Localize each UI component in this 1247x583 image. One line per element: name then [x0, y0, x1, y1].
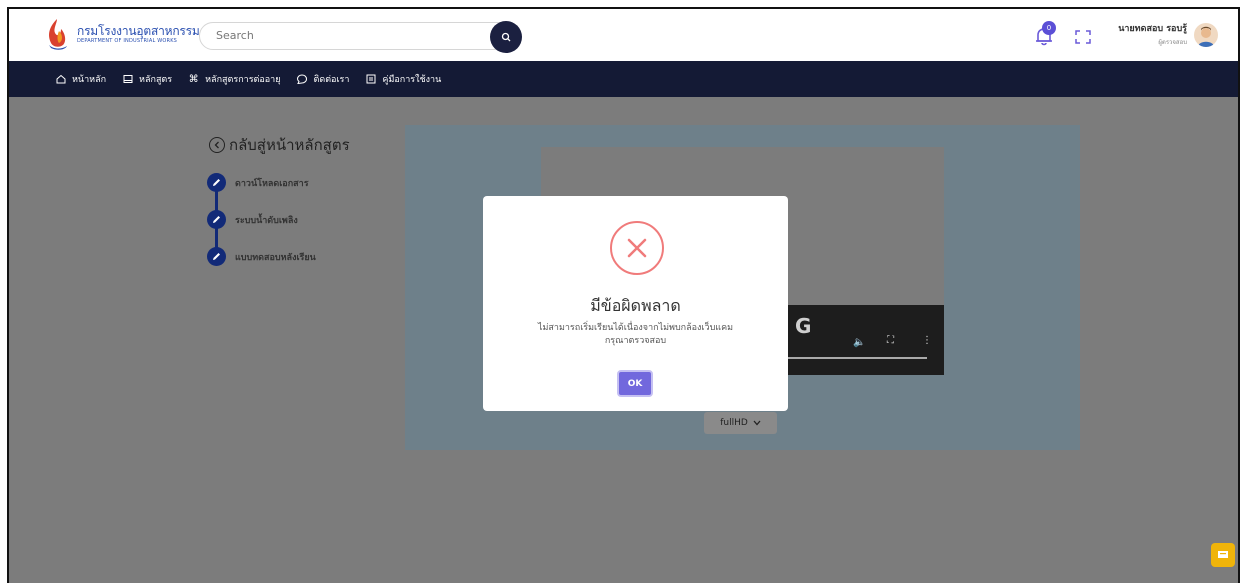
lesson-step-label: ดาวน์โหลดเอกสาร: [235, 178, 309, 189]
chevron-left-icon: [209, 137, 225, 153]
search-icon: [501, 32, 511, 42]
avatar[interactable]: [1194, 23, 1218, 47]
manual-icon: [365, 74, 376, 85]
book-icon: [122, 74, 133, 85]
logo-title-th: กรมโรงงานอุตสาหกรรม: [77, 23, 200, 38]
dialog-title: มีข้อผิดพลาด: [590, 296, 681, 315]
error-dialog: มีข้อผิดพลาด ไม่สามารถเริ่มเรียนได้เนื่อ…: [483, 196, 788, 411]
chat-icon: [297, 74, 308, 85]
quality-value: fullHD: [720, 418, 748, 428]
logo-flame-icon: [43, 17, 71, 51]
nav-item-renewal-courses[interactable]: ⌘ หลักสูตรการต่ออายุ: [188, 72, 281, 86]
chevron-down-icon: [753, 420, 761, 426]
nav-item-label: หน้าหลัก: [72, 75, 107, 85]
search-button[interactable]: [490, 21, 522, 53]
more-options-icon[interactable]: ⋮: [922, 335, 932, 346]
nav-item-courses[interactable]: หลักสูตร: [122, 72, 172, 86]
back-label: กลับสู่หน้าหลักสูตร: [229, 136, 350, 154]
search-input[interactable]: Search: [216, 29, 254, 42]
lesson-step[interactable]: ระบบน้ำดับเพลิง: [207, 201, 316, 256]
logo-title-en: DEPARTMENT OF INDUSTRIAL WORKS: [77, 37, 178, 44]
main-nav: หน้าหลัก หลักสูตร ⌘ หลักสูตรการต่ออายุ ต…: [9, 61, 1238, 97]
command-icon: ⌘: [188, 73, 199, 85]
lesson-step[interactable]: แบบทดสอบหลังเรียน: [207, 238, 316, 275]
lesson-step-label: แบบทดสอบหลังเรียน: [235, 252, 316, 263]
pencil-icon: [207, 247, 226, 266]
nav-item-label: ติดต่อเรา: [313, 75, 350, 85]
video-overlay-text: G: [795, 314, 812, 338]
dialog-message-line: กรุณาตรวจสอบ: [604, 336, 667, 346]
back-to-courses-link[interactable]: กลับสู่หน้าหลักสูตร: [209, 133, 350, 157]
search-box: Search: [199, 21, 522, 53]
dialog-message: ไม่สามารถเริ่มเรียนได้เนื่องจากไม่พบกล้อ…: [483, 322, 788, 348]
video-progress-bar[interactable]: [787, 357, 927, 359]
lesson-steps: ดาวน์โหลดเอกสาร ระบบน้ำดับเพลิง แบบทดสอบ…: [207, 164, 316, 275]
nav-item-label: หลักสูตรการต่ออายุ: [205, 75, 281, 85]
browser-frame: กรมโรงงานอุตสาหกรรม DEPARTMENT OF INDUST…: [7, 7, 1240, 583]
nav-item-contact[interactable]: ติดต่อเรา: [297, 72, 350, 86]
floating-chat-button[interactable]: [1211, 543, 1235, 567]
error-icon: [610, 221, 664, 275]
fullscreen-video-icon[interactable]: ⛶: [887, 335, 894, 346]
home-icon: [55, 74, 66, 85]
nav-item-label: หลักสูตร: [139, 75, 173, 85]
quality-select[interactable]: fullHD: [704, 412, 777, 434]
volume-icon[interactable]: 🔈: [853, 337, 865, 348]
nav-item-manual[interactable]: คู่มือการใช้งาน: [365, 72, 441, 86]
user-info[interactable]: นายทดสอบ รอบรู้ ผู้ตรวจสอบ: [1105, 21, 1187, 47]
ok-button[interactable]: OK: [617, 370, 653, 397]
notification-badge: 0: [1042, 21, 1056, 35]
user-name: นายทดสอบ รอบรู้: [1118, 24, 1187, 34]
dialog-message-line: ไม่สามารถเริ่มเรียนได้เนื่องจากไม่พบกล้อ…: [537, 323, 734, 333]
pencil-icon: [207, 173, 226, 192]
fullscreen-icon[interactable]: [1075, 30, 1091, 44]
top-header: กรมโรงงานอุตสาหกรรม DEPARTMENT OF INDUST…: [9, 9, 1238, 61]
nav-item-label: คู่มือการใช้งาน: [382, 75, 442, 85]
user-role: ผู้ตรวจสอบ: [1158, 39, 1187, 46]
site-logo[interactable]: กรมโรงงานอุตสาหกรรม DEPARTMENT OF INDUST…: [43, 17, 200, 51]
message-icon: [1218, 551, 1228, 558]
nav-item-home[interactable]: หน้าหลัก: [55, 72, 106, 86]
pencil-icon: [207, 210, 226, 229]
lesson-step-label: ระบบน้ำดับเพลิง: [235, 215, 298, 226]
lesson-step[interactable]: ดาวน์โหลดเอกสาร: [207, 164, 316, 219]
